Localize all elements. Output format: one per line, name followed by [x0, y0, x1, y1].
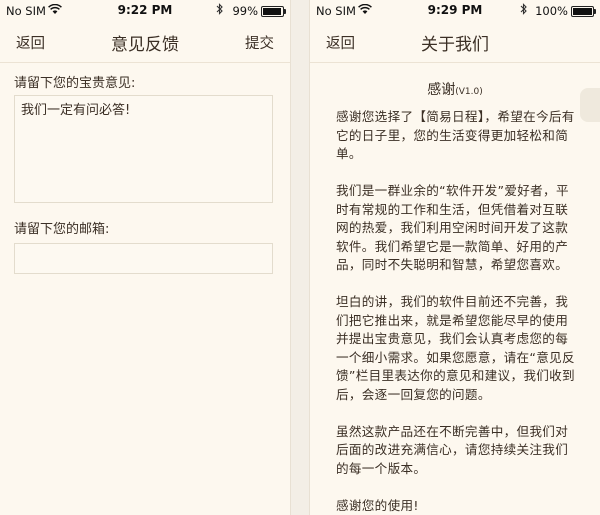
feedback-text: 我们一定有问必答!: [21, 103, 131, 118]
status-bar: No SIM 9:29 PM 100%: [310, 0, 600, 20]
version-label: (V1.0): [455, 87, 483, 97]
about-text: 感谢您选择了【简易日程】，希望在今后有它的日子里，您的生活变得更加轻松和简单。 …: [336, 108, 576, 515]
page-title: 关于我们: [421, 35, 489, 55]
about-paragraph: 虽然这款产品还在不断完善中，但我们对后面的改进充满信心，请您持续关注我们的每一个…: [336, 423, 569, 476]
battery-percent: 100%: [535, 4, 568, 18]
battery-percent: 99%: [232, 4, 258, 18]
about-paragraph: 感谢您的使用!: [336, 497, 419, 513]
battery-icon: [571, 6, 596, 17]
feedback-textarea[interactable]: 我们一定有问必答!: [14, 95, 273, 203]
navigation-bar: 返回 意见反馈 提交: [0, 20, 290, 63]
heading-text: 感谢: [427, 82, 456, 98]
navigation-bar: 返回 关于我们: [310, 20, 600, 63]
submit-button[interactable]: 提交: [245, 32, 274, 53]
feedback-screen: No SIM 9:22 PM 99% 返回 意见反馈 提交 请留下您的宝贵意见:…: [0, 0, 290, 515]
email-label: 请留下您的邮箱:: [14, 222, 110, 237]
about-heading: 感谢(V1.0): [310, 79, 600, 99]
status-bar: No SIM 9:22 PM 99%: [0, 0, 290, 20]
bluetooth-icon: [520, 3, 528, 18]
about-screen: No SIM 9:29 PM 100% 返回 关于我们 感谢(V1.0) 感谢您…: [310, 0, 600, 515]
about-paragraph: 感谢您选择了【简易日程】，希望在今后有它的日子里，您的生活变得更加轻松和简单。: [336, 109, 575, 161]
email-field[interactable]: [14, 243, 273, 274]
about-paragraph: 我们是一群业余的“软件开发”爱好者，平时有常规的工作和生活，但凭借着对互联网的热…: [336, 183, 569, 272]
feedback-label: 请留下您的宝贵意见:: [14, 76, 136, 91]
about-paragraph: 坦白的讲，我们的软件目前还不完善，我们把它推出来，就是希望您能尽早的使用并提出宝…: [336, 294, 575, 402]
battery-icon: [261, 6, 286, 17]
bluetooth-icon: [216, 3, 224, 18]
